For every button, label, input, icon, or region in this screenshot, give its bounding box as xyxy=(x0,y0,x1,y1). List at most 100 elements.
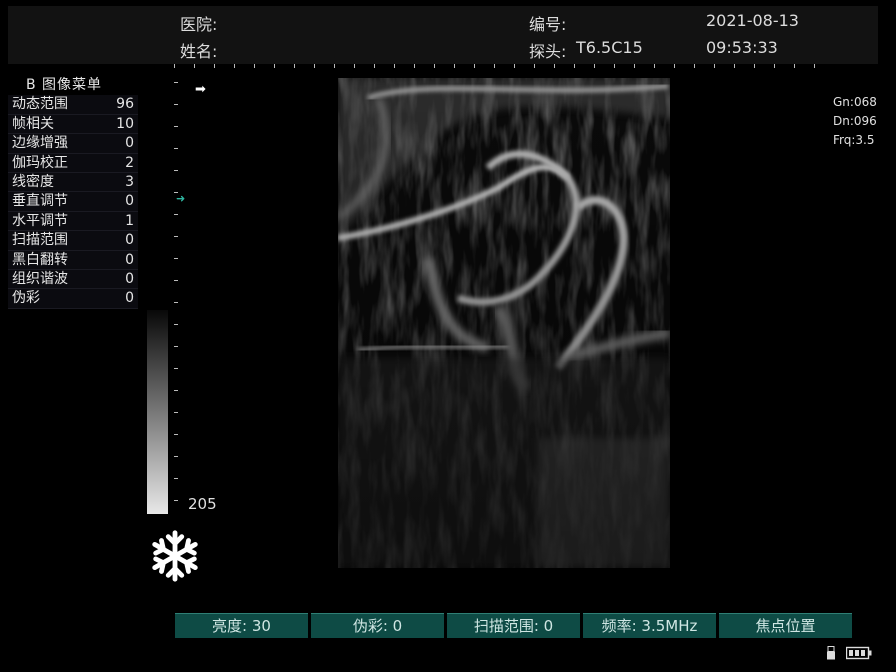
menu-item-value: 1 xyxy=(125,212,134,229)
ruler-tick xyxy=(614,64,615,68)
focus-position-button[interactable]: 焦点位置 xyxy=(719,613,852,638)
ruler-tick xyxy=(774,64,775,68)
usb-icon xyxy=(827,646,835,660)
menu-item-edge-enhance[interactable]: 边缘增强 0 xyxy=(8,134,138,154)
menu-item-label: 扫描范围 xyxy=(12,232,68,249)
menu-item-label: 动态范围 xyxy=(12,96,68,113)
ruler-tick xyxy=(314,64,315,68)
ruler-tick xyxy=(174,500,178,501)
ruler-tick xyxy=(294,64,295,68)
hospital-label: 医院: xyxy=(180,15,218,34)
ruler-tick xyxy=(474,64,475,68)
menu-item-value: 0 xyxy=(125,232,134,249)
ruler-tick xyxy=(254,64,255,68)
menu-item-dynamic-range[interactable]: 动态范围 96 xyxy=(8,95,138,115)
ruler-tick xyxy=(814,64,815,68)
menu-item-scan-range[interactable]: 扫描范围 0 xyxy=(8,231,138,251)
name-label: 姓名: xyxy=(180,42,218,61)
ruler-tick xyxy=(174,346,178,347)
probe-value: T6.5C15 xyxy=(576,38,643,57)
ruler-tick xyxy=(174,368,178,369)
brightness-button[interactable]: 亮度: 30 xyxy=(175,613,308,638)
ruler-tick xyxy=(654,64,655,68)
ultrasound-image[interactable] xyxy=(338,78,670,568)
ruler-tick xyxy=(174,434,178,435)
ruler-tick xyxy=(394,64,395,68)
ruler-tick xyxy=(754,64,755,68)
pseudo-color-button[interactable]: 伪彩: 0 xyxy=(311,613,444,638)
focus-marker-icon[interactable]: ➜ xyxy=(176,192,185,205)
imaging-parameters: Gn:068 Dn:096 Frq:3.5 xyxy=(833,93,877,150)
menu-item-gamma[interactable]: 伽玛校正 2 xyxy=(8,153,138,173)
exam-time: 09:53:33 xyxy=(706,38,778,57)
menu-item-tissue-harmonic[interactable]: 组织谐波 0 xyxy=(8,269,138,290)
ruler-tick xyxy=(414,64,415,68)
menu-item-value: 0 xyxy=(125,251,134,268)
menu-item-value: 0 xyxy=(125,193,134,210)
ruler-tick xyxy=(174,390,178,391)
ruler-tick xyxy=(174,126,178,127)
ruler-tick xyxy=(674,64,675,68)
ruler-tick xyxy=(174,170,178,171)
ruler-tick xyxy=(174,324,178,325)
grayscale-bar xyxy=(147,310,168,514)
ruler-tick xyxy=(174,236,178,237)
ruler-tick xyxy=(234,64,235,68)
menu-item-value: 10 xyxy=(116,115,134,132)
menu-title: B 图像菜单 xyxy=(26,77,103,93)
ruler-tick xyxy=(534,64,535,68)
menu-item-label: 线密度 xyxy=(12,173,54,190)
ruler-tick xyxy=(174,148,178,149)
horizontal-depth-ruler xyxy=(174,64,815,72)
ruler-tick xyxy=(514,64,515,68)
battery-icon xyxy=(846,646,872,660)
menu-item-value: 0 xyxy=(125,290,134,307)
ruler-tick xyxy=(594,64,595,68)
ruler-tick xyxy=(574,64,575,68)
ruler-tick xyxy=(174,258,178,259)
ruler-tick xyxy=(174,302,178,303)
menu-item-label: 边缘增强 xyxy=(12,135,68,152)
exam-date: 2021-08-13 xyxy=(706,11,799,30)
ruler-tick xyxy=(174,478,178,479)
ruler-tick xyxy=(714,64,715,68)
b-image-menu: B 图像菜单 动态范围 96 帧相关 10 边缘增强 0 伽玛校正 2 线密度 3 垂直调… xyxy=(8,76,138,309)
menu-item-value: 2 xyxy=(125,154,134,171)
menu-item-value: 96 xyxy=(116,96,134,113)
menu-item-label: 黑白翻转 xyxy=(12,251,68,268)
probe-label: 探头: xyxy=(529,42,567,61)
menu-item-line-density[interactable]: 线密度 3 xyxy=(8,172,138,193)
ruler-tick xyxy=(334,64,335,68)
menu-item-pseudo-color[interactable]: 伪彩 0 xyxy=(8,289,138,309)
menu-item-value: 3 xyxy=(125,173,134,190)
menu-item-label: 伪彩 xyxy=(12,290,40,307)
ruler-tick xyxy=(214,64,215,68)
ruler-tick xyxy=(694,64,695,68)
ruler-tick xyxy=(274,64,275,68)
menu-item-label: 水平调节 xyxy=(12,212,68,229)
menu-item-frame-correlation[interactable]: 帧相关 10 xyxy=(8,114,138,135)
ruler-tick xyxy=(554,64,555,68)
menu-item-vertical-adjust[interactable]: 垂直调节 0 xyxy=(8,192,138,212)
ruler-tick xyxy=(794,64,795,68)
vertical-depth-ruler xyxy=(174,82,180,522)
menu-item-label: 组织谐波 xyxy=(12,270,68,287)
frequency-button[interactable]: 频率: 3.5MHz xyxy=(583,613,716,638)
scan-range-button[interactable]: 扫描范围: 0 xyxy=(447,613,580,638)
ultrasound-scan-graphic xyxy=(338,78,670,568)
menu-item-horizontal-adjust[interactable]: 水平调节 1 xyxy=(8,211,138,232)
ruler-tick xyxy=(634,64,635,68)
ruler-tick xyxy=(174,280,178,281)
ruler-tick xyxy=(434,64,435,68)
dynamic-value: Dn:096 xyxy=(833,114,877,128)
number-label: 编号: xyxy=(529,15,567,34)
snowflake-icon[interactable] xyxy=(146,527,204,585)
menu-item-label: 垂直调节 xyxy=(12,193,68,210)
menu-item-label: 伽玛校正 xyxy=(12,154,68,171)
bottom-toolbar: 亮度: 30 伪彩: 0 扫描范围: 0 频率: 3.5MHz 焦点位置 xyxy=(175,613,852,638)
ruler-tick xyxy=(194,64,195,68)
ruler-tick xyxy=(374,64,375,68)
menu-item-invert[interactable]: 黑白翻转 0 xyxy=(8,250,138,270)
ruler-tick xyxy=(494,64,495,68)
gain-value: Gn:068 xyxy=(833,95,877,109)
